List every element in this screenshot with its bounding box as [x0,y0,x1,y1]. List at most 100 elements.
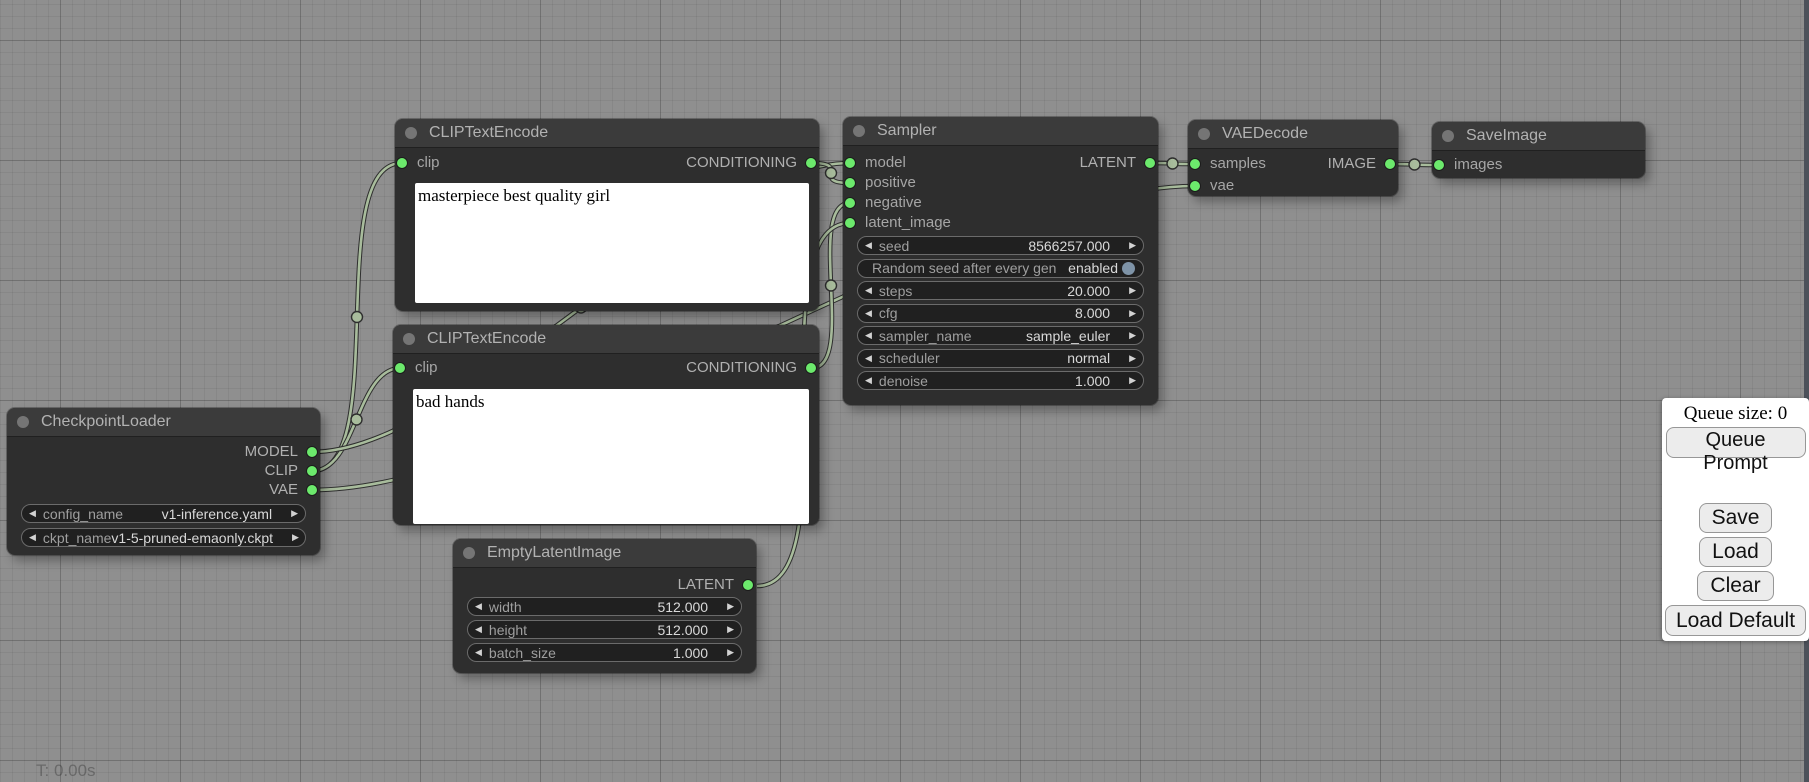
widget-left-arrow-icon[interactable]: ◀ [22,529,43,546]
widget-right-arrow-icon[interactable]: ▶ [1122,350,1143,367]
output-slot-dot-vae[interactable] [307,485,317,495]
widget-label: ckpt_name [43,530,111,546]
node-title-bar[interactable]: CLIPTextEncode [395,119,819,148]
clear-button[interactable]: Clear [1697,571,1773,601]
widget-ckpt-name[interactable]: ◀ckpt_namev1-5-pruned-emaonly.ckpt▶ [21,528,306,547]
widget-label: sampler_name [879,328,972,344]
input-slot-dot-negative[interactable] [845,198,855,208]
page-scrollbar[interactable] [1804,0,1809,782]
widget-right-arrow-icon[interactable]: ▶ [720,621,741,638]
collapse-dot[interactable] [405,127,417,139]
input-slot-dot-model[interactable] [845,158,855,168]
widget-left-arrow-icon[interactable]: ◀ [858,372,879,389]
queue-size-label: Queue size: 0 [1662,403,1809,425]
input-slot-dot-samples[interactable] [1190,159,1200,169]
node-save-image[interactable]: SaveImage images [1432,122,1645,178]
widget-left-arrow-icon[interactable]: ◀ [468,598,489,615]
widget-config-name[interactable]: ◀config_namev1-inference.yaml▶ [21,504,306,523]
widget-scheduler[interactable]: ◀schedulernormal▶ [857,349,1144,368]
input-slot-dot-clip[interactable] [395,363,405,373]
input-slot-positive: positive [843,174,916,192]
widget-left-arrow-icon[interactable]: ◀ [858,305,879,322]
widget-label: denoise [879,373,928,389]
widget-right-arrow-icon[interactable]: ▶ [1122,372,1143,389]
collapse-dot[interactable] [853,125,865,137]
prompt-textarea[interactable]: masterpiece best quality girl [415,183,809,303]
output-slot-label: LATENT [1080,154,1136,171]
input-slot-dot-vae[interactable] [1190,181,1200,191]
output-slot-vae: VAE [269,481,320,499]
node-title-bar[interactable]: CheckpointLoader [7,408,320,437]
output-slot-dot-model[interactable] [307,447,317,457]
node-title-bar[interactable]: CLIPTextEncode [393,325,819,354]
input-slot-dot-images[interactable] [1434,160,1444,170]
widget-width[interactable]: ◀width512.000▶ [467,597,742,616]
widget-right-arrow-icon[interactable]: ▶ [720,644,741,661]
input-slot-label: clip [415,359,438,376]
widget-right-arrow-icon[interactable]: ▶ [1122,305,1143,322]
collapse-dot[interactable] [403,333,415,345]
save-button[interactable]: Save [1699,503,1773,533]
node-empty-latent-image[interactable]: EmptyLatentImageLATENT◀width512.000▶◀hei… [453,539,756,673]
input-slot-dot-latent_image[interactable] [845,218,855,228]
collapse-dot[interactable] [1442,130,1454,142]
output-slot-dot-conditioning[interactable] [806,363,816,373]
widget-right-arrow-icon[interactable]: ▶ [285,529,306,546]
widget-sampler-name[interactable]: ◀sampler_namesample_euler▶ [857,326,1144,345]
widget-left-arrow-icon[interactable]: ◀ [858,327,879,344]
widget-left-arrow-icon[interactable]: ◀ [468,621,489,638]
output-slot-model: MODEL [245,443,320,461]
node-graph-canvas[interactable]: CheckpointLoaderMODELCLIPVAE◀config_name… [0,0,1809,782]
widget-left-arrow-icon[interactable]: ◀ [858,282,879,299]
widget-right-arrow-icon[interactable]: ▶ [1122,237,1143,254]
widget-steps[interactable]: ◀steps20.000▶ [857,281,1144,300]
node-title-text: Sampler [877,122,937,139]
widget-batch-size[interactable]: ◀batch_size1.000▶ [467,643,742,662]
widget-right-arrow-icon[interactable]: ▶ [1122,327,1143,344]
widget-seed[interactable]: ◀seed8566257.000▶ [857,236,1144,255]
widget-denoise[interactable]: ◀denoise1.000▶ [857,371,1144,390]
widget-right-arrow-icon[interactable]: ▶ [720,598,741,615]
load-button[interactable]: Load [1699,537,1772,567]
output-slot-dot-latent[interactable] [1145,158,1155,168]
widget-height[interactable]: ◀height512.000▶ [467,620,742,639]
output-slot-latent: LATENT [678,576,756,594]
load-default-button[interactable]: Load Default [1665,605,1806,636]
queue-prompt-button[interactable]: Queue Prompt [1666,427,1806,458]
widget-right-arrow-icon[interactable]: ▶ [284,505,305,522]
widget-left-arrow-icon[interactable]: ◀ [858,237,879,254]
widget-left-arrow-icon[interactable]: ◀ [858,350,879,367]
output-slot-dot-conditioning[interactable] [806,158,816,168]
collapse-dot[interactable] [17,416,29,428]
widget-left-arrow-icon[interactable]: ◀ [468,644,489,661]
node-checkpoint-loader[interactable]: CheckpointLoaderMODELCLIPVAE◀config_name… [7,408,320,555]
widget-cfg[interactable]: ◀cfg8.000▶ [857,304,1144,323]
node-title-bar[interactable]: VAEDecode [1188,120,1398,149]
input-slot-dot-clip[interactable] [397,158,407,168]
widget-left-arrow-icon[interactable]: ◀ [22,505,43,522]
node-sampler[interactable]: Samplermodelpositivenegativelatent_image… [843,117,1158,405]
node-clip-text-encode-negative[interactable]: CLIPTextEncodeclipCONDITIONINGbad hands [393,325,819,525]
prompt-textarea[interactable]: bad hands [413,389,809,524]
input-slot-dot-positive[interactable] [845,178,855,188]
output-slot-dot-image[interactable] [1385,159,1395,169]
node-title-bar[interactable]: EmptyLatentImage [453,539,756,568]
output-slot-label: VAE [269,481,298,498]
widget-label: seed [879,238,909,254]
input-slot-images: images [1432,156,1502,174]
widget-random-seed-after-every-gen[interactable]: Random seed after every genenabled [857,259,1144,278]
output-slot-dot-clip[interactable] [307,466,317,476]
collapse-dot[interactable] [463,547,475,559]
output-slot-dot-latent[interactable] [743,580,753,590]
widget-label: height [489,622,527,638]
node-clip-text-encode-positive[interactable]: CLIPTextEncodeclipCONDITIONINGmasterpiec… [395,119,819,311]
output-slot-latent: LATENT [1080,154,1158,172]
widget-right-arrow-icon[interactable]: ▶ [1122,282,1143,299]
node-title-bar[interactable]: SaveImage [1432,122,1645,151]
collapse-dot[interactable] [1198,128,1210,140]
toggle-dot-icon[interactable] [1122,262,1135,275]
node-title-bar[interactable]: Sampler [843,117,1158,146]
node-vae-decode[interactable]: VAEDecodesamplesvaeIMAGE [1188,120,1398,196]
side-menu-panel: Queue size: 0 Queue Prompt Save Load Cle… [1662,398,1809,641]
node-title-text: CLIPTextEncode [429,124,548,141]
